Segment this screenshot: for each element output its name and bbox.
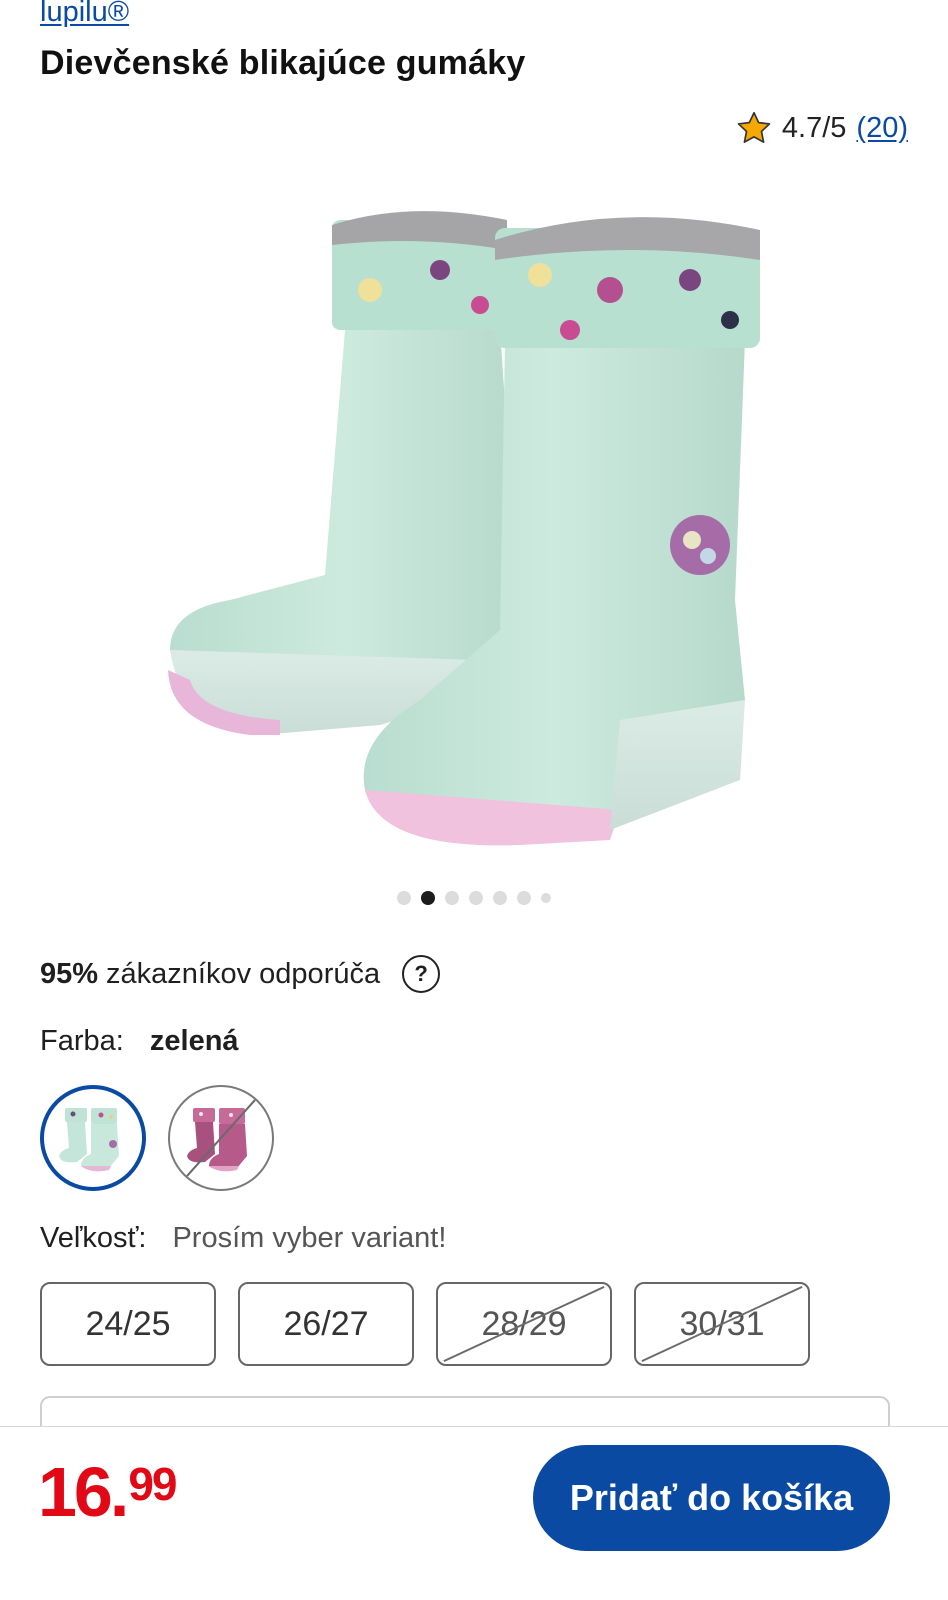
color-selector-label: Farba: zelená <box>40 1025 239 1058</box>
brand-link[interactable]: lupilu® <box>40 0 129 29</box>
gallery-dot[interactable] <box>469 891 483 905</box>
price-cents: 99 <box>128 1458 177 1510</box>
size-option-unavailable[interactable]: 30/31 <box>634 1282 810 1366</box>
color-label: Farba: <box>40 1025 124 1057</box>
gallery-dot-active[interactable] <box>421 891 435 905</box>
size-option-unavailable[interactable]: 28/29 <box>436 1282 612 1366</box>
gallery-dot[interactable] <box>397 891 411 905</box>
recommend-percent: 95% <box>40 957 99 990</box>
size-label: Veľkosť: <box>40 1222 147 1254</box>
color-swatches <box>40 1085 274 1191</box>
sticky-purchase-bar: 16. 99 Pridať do košíka <box>0 1426 948 1600</box>
size-option[interactable]: 26/27 <box>238 1282 414 1366</box>
recommend-text: zákazníkov odporúča <box>106 957 381 990</box>
gallery-pagination <box>0 891 948 905</box>
size-options: 24/25 26/27 28/29 30/31 <box>40 1282 810 1366</box>
gallery-dot[interactable] <box>445 891 459 905</box>
rating-value: 4.7/5 <box>781 111 847 144</box>
size-hint: Prosím vyber variant! <box>172 1222 447 1254</box>
gallery-dot[interactable] <box>517 891 531 905</box>
price-whole: 16. <box>38 1453 129 1531</box>
star-icon <box>737 111 771 143</box>
size-option[interactable]: 24/25 <box>40 1282 216 1366</box>
size-option-label: 26/27 <box>283 1304 369 1343</box>
unavailable-strike <box>443 1285 605 1363</box>
size-selector-label: Veľkosť: Prosím vyber variant! <box>40 1222 446 1255</box>
product-image[interactable] <box>140 180 800 870</box>
gallery-dot[interactable] <box>493 891 507 905</box>
gallery-dot[interactable] <box>541 893 551 903</box>
rating: 4.7/5 (20) <box>736 110 908 146</box>
help-icon[interactable]: ? <box>402 955 441 993</box>
add-to-cart-button[interactable]: Pridať do košíka <box>533 1445 890 1551</box>
color-swatch-green[interactable] <box>40 1085 146 1191</box>
recommendation: 95% zákazníkov odporúča ? <box>40 955 441 993</box>
product-title: Dievčenské blikajúce gumáky <box>40 44 526 82</box>
unavailable-strike <box>641 1285 803 1363</box>
price: 16. 99 <box>38 1453 177 1531</box>
color-swatch-pink[interactable] <box>168 1085 274 1191</box>
size-option-label: 24/25 <box>85 1304 171 1343</box>
unavailable-strike <box>185 1098 257 1178</box>
rating-count-link[interactable]: (20) <box>856 112 908 145</box>
color-value: zelená <box>149 1025 239 1057</box>
